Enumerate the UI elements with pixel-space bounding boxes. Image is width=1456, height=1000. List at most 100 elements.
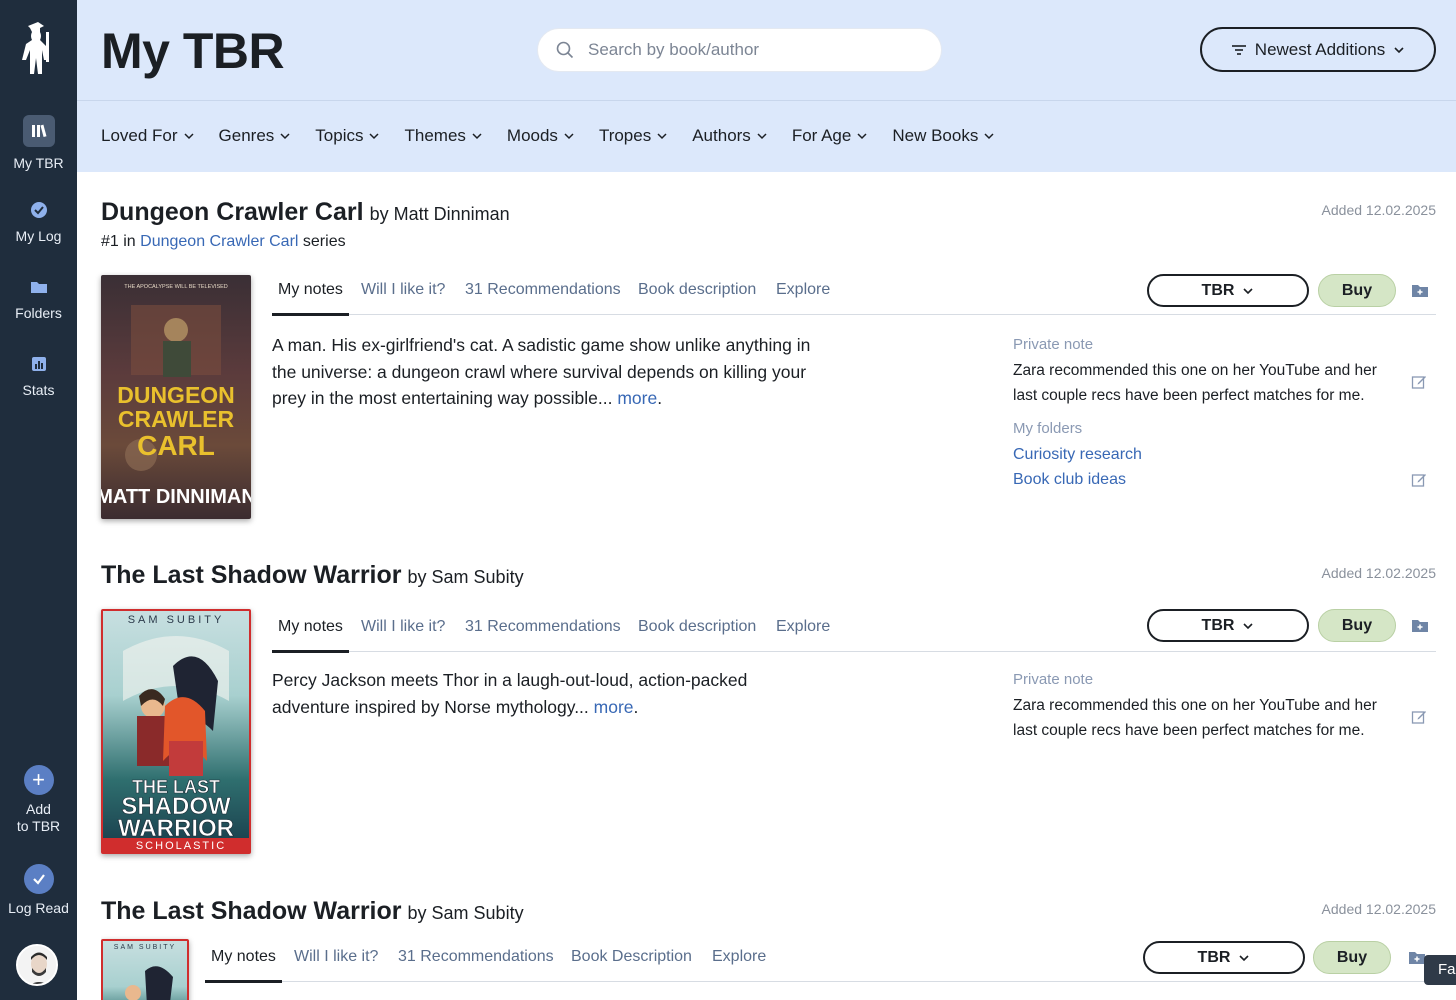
avatar[interactable] <box>16 944 58 986</box>
checkmark-icon <box>23 864 54 894</box>
folder-icon <box>30 282 47 293</box>
book-heading: The Last Shadow Warrior by Sam Subity <box>101 897 1436 926</box>
sidebar-item-my-tbr[interactable]: My TBR <box>0 115 77 171</box>
nav-genres[interactable]: Genres <box>219 126 291 146</box>
status-dropdown[interactable]: TBR <box>1143 941 1305 974</box>
tab-will-i-like-it[interactable]: Will I like it? <box>294 948 378 966</box>
chevron-down-icon <box>757 133 767 140</box>
logo-icon[interactable] <box>18 20 54 76</box>
book-cover[interactable]: SAM SUBITY <box>101 939 189 1000</box>
chevron-down-icon <box>1239 954 1250 961</box>
tab-book-description[interactable]: Book Description <box>571 948 692 966</box>
nav-authors[interactable]: Authors <box>692 126 767 146</box>
book-cover[interactable]: SAM SUBITY THE LAST SHADOW WARRIOR SCHOL… <box>101 609 251 854</box>
folder-link[interactable]: Book club ideas <box>1013 468 1393 493</box>
nav-label: Topics <box>315 126 364 145</box>
more-link[interactable]: more <box>617 388 657 408</box>
book-heading: Dungeon Crawler Carl by Matt Dinniman <box>101 198 1436 227</box>
book-author[interactable]: by Matt Dinniman <box>370 204 510 225</box>
book-title[interactable]: The Last Shadow Warrior <box>101 561 402 590</box>
tab-book-description[interactable]: Book description <box>638 618 756 636</box>
book-cover[interactable]: THE APOCALYPSE WILL BE TELEVISED DUNGEON… <box>101 275 251 519</box>
nav-label: Loved For <box>101 126 178 145</box>
nav-moods[interactable]: Moods <box>507 126 574 146</box>
tab-recommendations[interactable]: 31 Recommendations <box>398 948 554 966</box>
tab-my-notes[interactable]: My notes <box>278 281 343 299</box>
book-author[interactable]: by Sam Subity <box>408 567 524 588</box>
sidebar-item-label: My TBR <box>13 155 64 171</box>
chevron-down-icon <box>1243 622 1254 629</box>
nav-tropes[interactable]: Tropes <box>599 126 667 146</box>
search-input[interactable] <box>588 40 918 60</box>
series-prefix: #1 in <box>101 233 136 250</box>
nav-topics[interactable]: Topics <box>315 126 380 146</box>
tab-my-notes[interactable]: My notes <box>211 948 276 966</box>
buy-button[interactable]: Buy <box>1313 941 1391 974</box>
nav-themes[interactable]: Themes <box>404 126 482 146</box>
search-bar[interactable] <box>537 28 942 72</box>
book-title[interactable]: Dungeon Crawler Carl <box>101 198 364 227</box>
edit-note-icon[interactable] <box>1411 374 1427 390</box>
private-note-text: Zara recommended this one on her YouTube… <box>1013 697 1377 739</box>
tab-explore[interactable]: Explore <box>776 281 830 299</box>
sidebar-item-my-log[interactable]: My Log <box>0 200 77 244</box>
edit-note-icon[interactable] <box>1411 709 1427 725</box>
nav-label: Authors <box>692 126 751 145</box>
filter-lines-icon <box>1231 44 1246 55</box>
series-link[interactable]: Dungeon Crawler Carl <box>140 233 298 250</box>
folder-link[interactable]: Curiosity research <box>1013 443 1393 468</box>
sort-dropdown[interactable]: Newest Additions <box>1200 27 1436 72</box>
add-label: Add <box>26 801 51 817</box>
log-read-button[interactable]: Log Read <box>0 864 77 916</box>
edit-folders-icon[interactable] <box>1411 472 1427 488</box>
add-to-folder-icon[interactable] <box>1411 618 1429 634</box>
status-dropdown[interactable]: TBR <box>1147 609 1309 642</box>
chevron-down-icon <box>1394 46 1404 53</box>
chevron-down-icon <box>184 133 194 140</box>
tab-my-notes[interactable]: My notes <box>278 618 343 636</box>
add-label-2: to TBR <box>16 818 61 834</box>
book-description: A man. His ex-girlfriend's cat. A sadist… <box>272 335 811 408</box>
book-author[interactable]: by Sam Subity <box>408 903 524 924</box>
status-label: TBR <box>1201 281 1235 299</box>
status-dropdown[interactable]: TBR <box>1147 274 1309 307</box>
chevron-down-icon <box>472 133 482 140</box>
more-link[interactable]: more <box>594 697 634 717</box>
cover-author: MATT DINNIMAN <box>101 486 251 508</box>
page-title: My TBR <box>101 23 285 79</box>
nav-new-books[interactable]: New Books <box>892 126 994 146</box>
sidebar-item-folders[interactable]: Folders <box>0 277 77 321</box>
book-entry: Dungeon Crawler Carl by Matt Dinniman #1… <box>101 198 1436 528</box>
sidebar-item-label: My Log <box>15 228 62 244</box>
tab-explore[interactable]: Explore <box>712 948 766 966</box>
tab-will-i-like-it[interactable]: Will I like it? <box>361 618 445 636</box>
cover-author: SAM SUBITY <box>114 944 176 951</box>
tab-recommendations[interactable]: 31 Recommendations <box>465 281 621 299</box>
tab-will-i-like-it[interactable]: Will I like it? <box>361 281 445 299</box>
nav-label: For Age <box>791 126 852 145</box>
buy-button[interactable]: Buy <box>1318 274 1396 307</box>
sidebar-item-stats[interactable]: Stats <box>0 354 77 398</box>
plus-icon: + <box>23 765 54 795</box>
nav-label: New Books <box>892 126 979 145</box>
add-to-folder-icon[interactable] <box>1411 283 1429 299</box>
floating-tab[interactable]: Fa <box>1424 955 1456 985</box>
active-tab-indicator <box>205 980 282 983</box>
add-to-tbr-button[interactable]: + Add to TBR <box>0 765 77 835</box>
nav-label: Genres <box>218 126 275 145</box>
nav-for-age[interactable]: For Age <box>792 126 868 146</box>
tab-recommendations[interactable]: 31 Recommendations <box>465 618 621 636</box>
tab-explore[interactable]: Explore <box>776 618 830 636</box>
book-heading: The Last Shadow Warrior by Sam Subity <box>101 561 1436 590</box>
chevron-down-icon <box>984 133 994 140</box>
cover-tagline: THE APOCALYPSE WILL BE TELEVISED <box>124 284 228 290</box>
description-text: A man. His ex-girlfriend's cat. A sadist… <box>272 335 811 408</box>
sidebar: My TBR My Log Folders Stats + Add to TBR… <box>0 0 77 1000</box>
nav-loved-for[interactable]: Loved For <box>101 126 194 146</box>
tab-book-description[interactable]: Book description <box>638 281 756 299</box>
notes-panel: Private note Zara recommended this one o… <box>1013 671 1393 743</box>
private-note-label: Private note <box>1013 671 1094 688</box>
book-title[interactable]: The Last Shadow Warrior <box>101 897 402 926</box>
buy-button[interactable]: Buy <box>1318 609 1396 642</box>
chevron-down-icon <box>857 133 867 140</box>
